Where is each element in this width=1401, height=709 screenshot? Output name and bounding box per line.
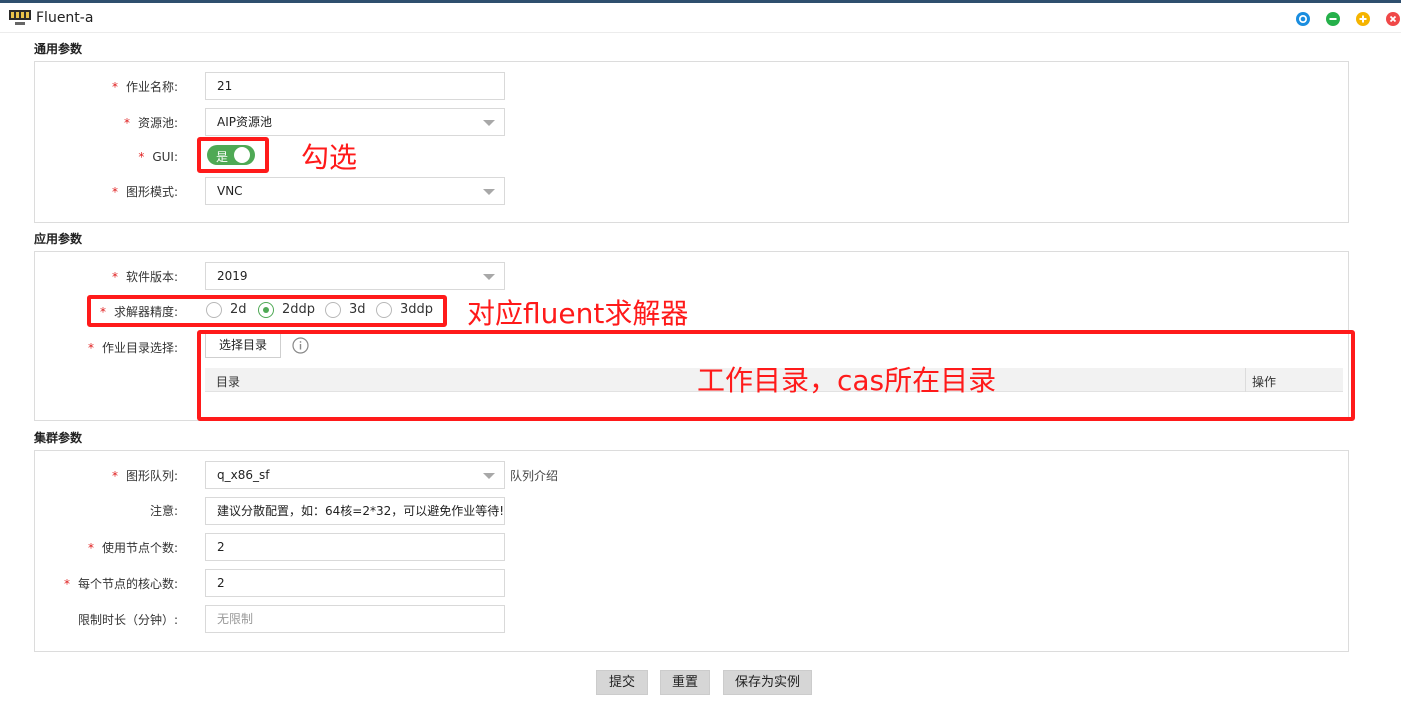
- time-limit-label: 限制时长（分钟）:: [77, 613, 178, 627]
- annotation-text-gui: 勾选: [301, 141, 358, 174]
- required-mark: *: [111, 80, 118, 94]
- queue-intro-link[interactable]: 队列介绍: [510, 467, 558, 484]
- title-bar: Fluent-a: [0, 3, 1401, 33]
- required-mark: *: [111, 185, 118, 199]
- target-icon: [1296, 12, 1310, 26]
- node-count-input[interactable]: 2: [205, 533, 505, 561]
- required-mark: *: [123, 116, 130, 130]
- plus-icon: [1356, 12, 1370, 26]
- required-mark: *: [63, 577, 70, 591]
- required-mark: *: [138, 150, 145, 164]
- annotation-box-solver: [87, 295, 447, 327]
- annotation-text-workdir: 工作目录，cas所在目录: [697, 364, 997, 397]
- maximize-window-button[interactable]: [1356, 12, 1370, 26]
- submit-button[interactable]: 提交: [596, 670, 648, 695]
- minus-icon: [1326, 12, 1340, 26]
- section-title-general: 通用参数: [34, 42, 83, 56]
- pin-window-button[interactable]: [1296, 12, 1310, 26]
- resource-pool-select[interactable]: AIP资源池: [205, 108, 505, 136]
- work-dir-label: * 作业目录选择:: [87, 341, 178, 355]
- dropdown-caret-icon: [483, 473, 495, 479]
- graphics-mode-select[interactable]: VNC: [205, 177, 505, 205]
- cores-per-node-label: * 每个节点的核心数:: [63, 577, 178, 591]
- job-name-input[interactable]: 21: [205, 72, 505, 100]
- resource-pool-label: * 资源池:: [123, 116, 178, 130]
- job-name-label: * 作业名称:: [111, 80, 178, 94]
- dropdown-caret-icon: [483, 189, 495, 195]
- section-title-cluster: 集群参数: [34, 431, 83, 445]
- close-window-button[interactable]: [1386, 12, 1400, 26]
- software-version-label: * 软件版本:: [111, 270, 178, 284]
- required-mark: *: [87, 541, 94, 555]
- annotation-text-solver: 对应fluent求解器: [467, 297, 689, 330]
- gui-label: * GUI:: [138, 150, 178, 164]
- window-title: Fluent-a: [36, 10, 94, 26]
- required-mark: *: [87, 341, 94, 355]
- reset-button[interactable]: 重置: [660, 670, 710, 695]
- graphics-queue-label: * 图形队列:: [111, 469, 178, 483]
- software-version-select[interactable]: 2019: [205, 262, 505, 290]
- required-mark: *: [111, 270, 118, 284]
- dropdown-caret-icon: [483, 120, 495, 126]
- required-mark: *: [111, 469, 118, 483]
- graphics-queue-select[interactable]: q_x86_sf: [205, 461, 505, 489]
- app-logo-icon: [9, 10, 31, 27]
- note-label: 注意:: [149, 504, 178, 518]
- graphics-mode-label: * 图形模式:: [111, 185, 178, 199]
- note-field[interactable]: 建议分散配置，如：64核=2*32，可以避免作业等待!: [205, 497, 505, 525]
- save-instance-button[interactable]: 保存为实例: [723, 670, 812, 695]
- section-title-application: 应用参数: [34, 232, 83, 246]
- time-limit-input[interactable]: 无限制: [205, 605, 505, 633]
- close-icon: [1386, 12, 1400, 26]
- annotation-box-gui: [197, 137, 269, 173]
- minimize-window-button[interactable]: [1326, 12, 1340, 26]
- dropdown-caret-icon: [483, 274, 495, 280]
- cores-per-node-input[interactable]: 2: [205, 569, 505, 597]
- node-count-label: * 使用节点个数:: [87, 541, 178, 555]
